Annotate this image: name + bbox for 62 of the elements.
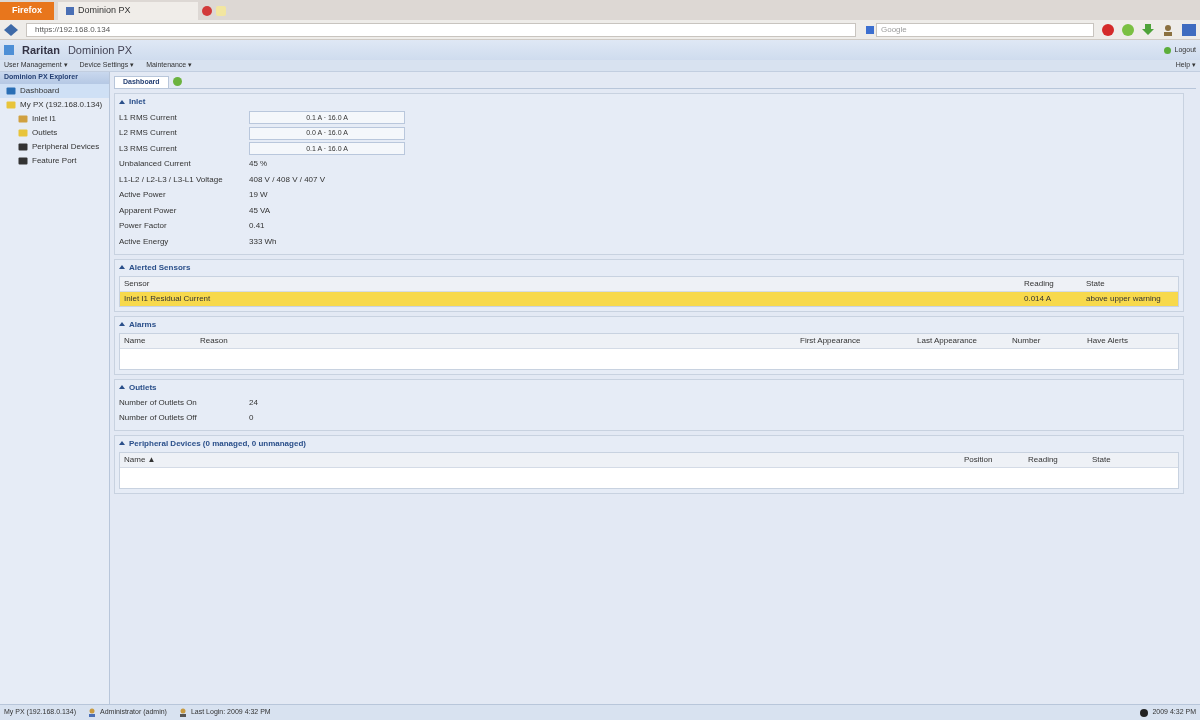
column-header[interactable]: State bbox=[1082, 276, 1178, 291]
column-header[interactable]: Last Appearance bbox=[913, 333, 1008, 348]
column-header[interactable]: Position bbox=[960, 452, 1024, 467]
tree-item[interactable]: My PX (192.168.0.134) bbox=[0, 98, 109, 112]
column-header[interactable]: Have Alerts bbox=[1083, 333, 1178, 348]
download-icon[interactable] bbox=[1142, 23, 1154, 36]
user-icon bbox=[88, 708, 96, 717]
field-label: Power Factor bbox=[119, 220, 168, 233]
product-name: Dominion PX bbox=[67, 42, 133, 58]
field-label: Apparent Power bbox=[119, 204, 178, 217]
user-icon bbox=[178, 708, 187, 717]
field-label: L2 RMS Current bbox=[119, 127, 178, 140]
section-title: Outlets bbox=[129, 381, 157, 394]
section-title: Inlet bbox=[129, 96, 146, 108]
tree-item[interactable]: Inlet I1 bbox=[0, 112, 109, 126]
field-value: 408 V / 408 V / 407 V bbox=[249, 173, 326, 186]
column-header[interactable]: Name ▲ bbox=[120, 452, 960, 467]
field-value: 45 % bbox=[249, 158, 268, 171]
field-label: Active Power bbox=[119, 189, 167, 202]
field-value: 0.41 bbox=[249, 220, 265, 233]
tree-item[interactable]: Feature Port bbox=[0, 154, 109, 168]
back-icon[interactable] bbox=[4, 23, 18, 36]
table-cell-text: 0.014 A bbox=[1023, 292, 1053, 305]
field-label: L1-L2 / L2-L3 / L3-L1 Voltage bbox=[119, 173, 224, 186]
collapse-caret-icon[interactable] bbox=[119, 265, 125, 270]
field-label: Active Energy bbox=[119, 235, 170, 248]
field-label: Number of Outlets On bbox=[119, 397, 198, 409]
field-label: Number of Outlets Off bbox=[119, 412, 198, 424]
address-bar[interactable]: https://192.168.0.134 bbox=[26, 22, 856, 37]
column-header[interactable]: Reading bbox=[1024, 452, 1088, 467]
browser-tab[interactable]: Dominion PX bbox=[58, 2, 198, 20]
section-title: Peripheral Devices (0 managed, 0 unmanaged) bbox=[129, 437, 306, 450]
column-header[interactable]: State bbox=[1088, 452, 1178, 467]
brand-name: Raritan bbox=[22, 42, 60, 58]
column-header[interactable]: Name bbox=[120, 333, 196, 348]
logo-icon bbox=[4, 45, 14, 55]
column-header[interactable]: First Appearance bbox=[796, 333, 913, 348]
tree-item[interactable]: Outlets bbox=[0, 126, 109, 140]
field-label: L1 RMS Current bbox=[119, 111, 178, 124]
search-field[interactable]: Google bbox=[876, 22, 1094, 37]
collapse-caret-icon[interactable] bbox=[119, 322, 125, 327]
column-header[interactable]: Sensor bbox=[120, 276, 1020, 291]
field-label: L3 RMS Current bbox=[119, 142, 178, 155]
collapse-caret-icon[interactable] bbox=[119, 441, 125, 446]
column-header[interactable]: Reason bbox=[196, 333, 796, 348]
field-value: 19 W bbox=[249, 189, 268, 202]
collapse-caret-icon[interactable] bbox=[119, 99, 125, 105]
table-cell-text: Inlet I1 Residual Current bbox=[123, 292, 212, 305]
field-value: 333 Wh bbox=[249, 235, 277, 248]
field-value: 45 VA bbox=[249, 204, 271, 217]
tree-item[interactable]: Dashboard bbox=[0, 84, 109, 98]
user-icon[interactable] bbox=[1162, 23, 1174, 36]
column-header[interactable]: Reading bbox=[1020, 276, 1082, 291]
collapse-caret-icon[interactable] bbox=[119, 385, 125, 390]
section-title: Alerted Sensors bbox=[129, 261, 191, 274]
field-label: Unbalanced Current bbox=[119, 158, 192, 171]
tree-item[interactable]: Peripheral Devices bbox=[0, 140, 109, 154]
field-value: 0 bbox=[249, 412, 254, 424]
column-header[interactable]: Number bbox=[1008, 333, 1083, 348]
table-cell-text: above upper warning bbox=[1085, 292, 1162, 305]
field-value: 24 bbox=[249, 397, 258, 409]
section-title: Alarms bbox=[129, 318, 157, 331]
